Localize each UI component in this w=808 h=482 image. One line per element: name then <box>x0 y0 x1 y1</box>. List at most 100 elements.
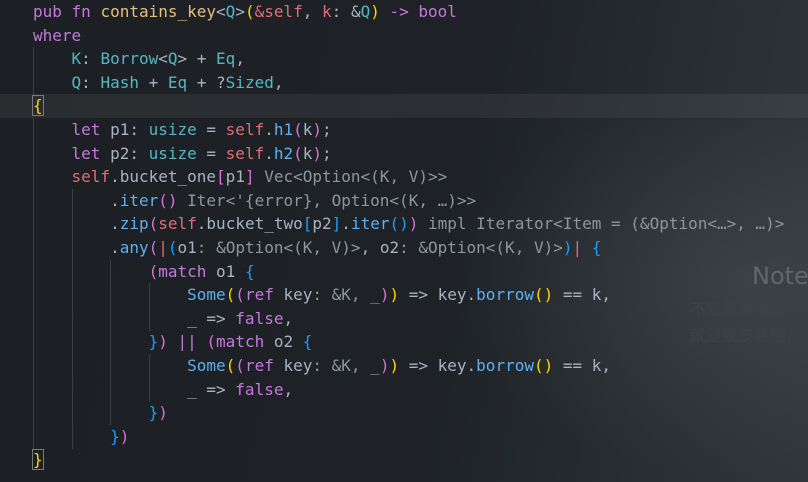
code-token: key <box>283 285 313 305</box>
code-token: ) <box>312 143 323 163</box>
code-token: ( <box>293 143 303 163</box>
code-token: . <box>196 214 207 234</box>
code-token: p2 <box>312 214 332 234</box>
code-token: ; <box>322 143 332 163</box>
code-token: k <box>591 285 602 305</box>
code-text: self.bucket_one[p1] Vec<Option<(K, V)>> <box>72 165 448 189</box>
code-line[interactable]: let p2: usize = self.h2(k); <box>0 141 808 166</box>
inlay-type-hint: Vec<Option<(K, V)>> <box>254 167 448 187</box>
code-line[interactable]: _ => false, <box>0 306 808 331</box>
code-token: } <box>110 426 120 446</box>
indent-guide <box>33 141 34 166</box>
code-line[interactable]: K: Borrow<Q> + Eq, <box>0 47 808 72</box>
code-token: == <box>553 356 592 375</box>
code-token: _ <box>187 308 197 328</box>
code-line[interactable]: .any(|(o1: &Option<(K, V)>, o2: &Option<… <box>0 236 808 260</box>
indent-guide <box>148 306 150 331</box>
code-token: -> <box>379 2 419 21</box>
code-line[interactable]: self.bucket_one[p1] Vec<Option<(K, V)>> <box>0 165 808 190</box>
code-token: ; <box>322 120 332 139</box>
code-line[interactable]: }) <box>0 401 808 426</box>
code-token: Q <box>71 72 82 92</box>
code-token: let <box>71 120 111 139</box>
code-line[interactable]: Some((ref key: &K, _)) => key.borrow() =… <box>0 283 808 308</box>
code-token: : <box>81 72 101 92</box>
code-line[interactable]: }) <box>0 424 808 449</box>
code-text: .iter() Iter<'{error}, Option<(K, …)>> <box>110 189 476 213</box>
code-text: Q: Hash + Eq + ?Sized, <box>72 71 284 95</box>
indent-guide <box>33 259 34 284</box>
indent-guide <box>110 283 112 308</box>
code-token: let <box>71 143 111 163</box>
code-token: ) <box>389 356 400 375</box>
indent-guide <box>148 283 150 308</box>
code-token: + <box>138 72 168 92</box>
indent-guide <box>33 188 34 213</box>
code-token: ref <box>244 285 284 305</box>
code-token: ( <box>225 285 236 305</box>
code-token: ) <box>379 356 390 375</box>
indent-guide <box>110 259 112 284</box>
code-token: => <box>399 356 438 375</box>
code-line[interactable]: } <box>0 448 808 472</box>
code-text: .any(|(o1: &Option<(K, V)>, o2: &Option<… <box>110 236 601 260</box>
code-token: { <box>244 261 255 281</box>
code-line[interactable]: _ => false, <box>0 377 808 402</box>
code-token: k <box>322 2 332 21</box>
code-token: ref <box>244 356 284 375</box>
code-token: self <box>225 120 265 139</box>
code-text: } <box>32 448 44 472</box>
code-text: .zip(self.bucket_two[p2].iter()) impl It… <box>110 212 784 236</box>
code-token: : <box>81 49 101 69</box>
code-token: ) <box>408 214 419 234</box>
code-token: key <box>437 356 467 375</box>
code-line[interactable]: Some((ref key: &K, _)) => key.borrow() =… <box>0 354 808 378</box>
inlay-type-hint: : &K, _ <box>312 356 380 375</box>
code-token: [ <box>216 167 226 187</box>
code-token: . <box>264 120 274 139</box>
code-line[interactable]: (match o1 { <box>0 259 808 284</box>
code-token: => <box>196 308 236 328</box>
code-token: self <box>158 214 197 234</box>
code-token: . <box>110 190 120 210</box>
code-text: { <box>32 94 44 118</box>
code-token: . <box>466 356 477 375</box>
code-token: , <box>283 379 294 399</box>
code-token: Sized <box>225 72 274 92</box>
code-token: ( <box>244 2 255 21</box>
code-line[interactable]: let p1: usize = self.h1(k); <box>0 118 808 142</box>
code-editor[interactable]: Note 不知是谁说过 就是镜皮装酷 pub fn contains_key<Q… <box>0 0 808 482</box>
indent-guide <box>71 188 73 213</box>
code-line[interactable]: }) || (match o2 { <box>0 330 808 355</box>
code-token: () <box>533 356 554 375</box>
code-token: zip <box>119 214 149 234</box>
code-text: where <box>33 24 81 48</box>
code-line[interactable]: pub fn contains_key<Q>(&self, k: &Q) -> … <box>0 0 808 24</box>
code-token: o2 <box>379 238 400 257</box>
code-line[interactable]: where <box>0 24 808 48</box>
code-line[interactable]: Q: Hash + Eq + ?Sized, <box>0 70 808 95</box>
code-token: , <box>601 356 612 375</box>
indent-guide <box>33 377 34 402</box>
code-line-current[interactable]: { <box>0 94 808 119</box>
indent-guide <box>33 306 34 331</box>
code-token: : <box>129 120 149 139</box>
code-text: let p2: usize = self.h2(k); <box>72 142 332 166</box>
code-line[interactable]: .zip(self.bucket_two[p2].iter()) impl It… <box>0 212 808 237</box>
indent-guide <box>71 354 73 378</box>
code-token: () <box>158 190 178 210</box>
code-token: bucket_two <box>206 214 303 234</box>
code-text: let p1: usize = self.h1(k); <box>72 118 332 142</box>
code-token: match <box>216 332 274 352</box>
code-token: ] <box>244 167 255 187</box>
inlay-type-hint: : &K, _ <box>312 285 380 305</box>
code-token: self <box>71 167 111 187</box>
code-token: , <box>601 285 612 305</box>
code-token: ( <box>148 261 159 281</box>
code-token: () <box>533 285 554 305</box>
code-token: iter <box>119 190 159 210</box>
code-line[interactable]: .iter() Iter<'{error}, Option<(K, …)>> <box>0 188 808 213</box>
indent-guide <box>71 212 73 237</box>
code-token: p1 <box>110 120 130 139</box>
code-token: ) <box>562 238 573 257</box>
